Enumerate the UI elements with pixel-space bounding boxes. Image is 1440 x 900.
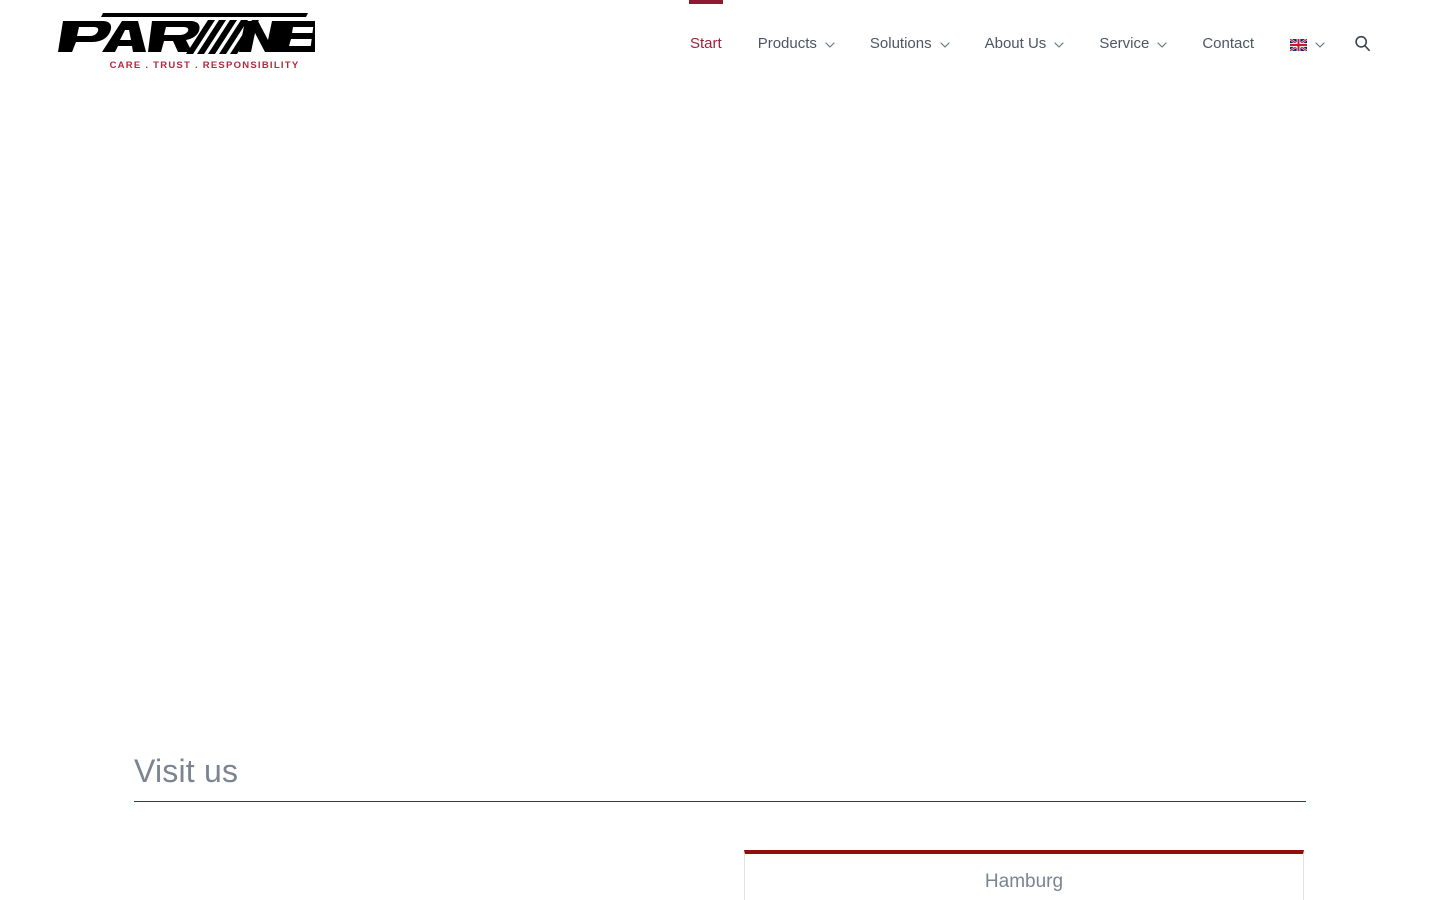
nav-label-service: Service	[1099, 34, 1150, 52]
location-card-hamburg[interactable]: Hamburg	[744, 850, 1304, 900]
nav-item-about-us[interactable]: About Us	[985, 0, 1064, 86]
logo-tagline: CARE . TRUST . RESPONSIBILITY	[109, 60, 300, 71]
site-header: CARE . TRUST . RESPONSIBILITY Start Prod…	[0, 0, 1440, 86]
main-navigation: Start Products Solutions About Us Servic…	[688, 0, 1371, 86]
nav-label-contact: Contact	[1202, 34, 1255, 52]
chevron-down-icon	[1157, 40, 1167, 49]
active-indicator-bar	[688, 0, 723, 4]
hero-slider[interactable]	[0, 86, 1440, 726]
visit-us-section: Visit us Hamburg	[0, 726, 1440, 900]
nav-label-products: Products	[757, 34, 817, 52]
chevron-down-icon	[825, 40, 835, 49]
nav-item-contact[interactable]: Contact	[1202, 0, 1254, 86]
nav-item-products[interactable]: Products	[757, 0, 835, 86]
page-root: CARE . TRUST . RESPONSIBILITY Start Prod…	[0, 0, 1440, 900]
search-icon	[1354, 35, 1371, 52]
uk-flag-icon	[1289, 38, 1308, 52]
page-title: Visit us	[134, 753, 239, 789]
chevron-down-icon	[1315, 40, 1325, 49]
location-card-title: Hamburg	[984, 871, 1064, 892]
nav-item-service[interactable]: Service	[1099, 0, 1167, 86]
nav-item-start[interactable]: Start	[688, 0, 723, 86]
search-toggle-button[interactable]	[1354, 0, 1371, 86]
site-logo-link[interactable]: CARE . TRUST . RESPONSIBILITY	[30, 8, 362, 78]
nav-label-start: Start	[690, 34, 722, 52]
nav-label-solutions: Solutions	[869, 34, 932, 52]
nav-item-solutions[interactable]: Solutions	[869, 0, 950, 86]
partner-wordmark-logo	[30, 8, 362, 56]
nav-label-about-us: About Us	[984, 34, 1047, 52]
chevron-down-icon	[940, 40, 950, 49]
chevron-down-icon	[1054, 40, 1064, 49]
section-divider	[134, 801, 1306, 802]
language-switcher[interactable]	[1289, 0, 1325, 86]
